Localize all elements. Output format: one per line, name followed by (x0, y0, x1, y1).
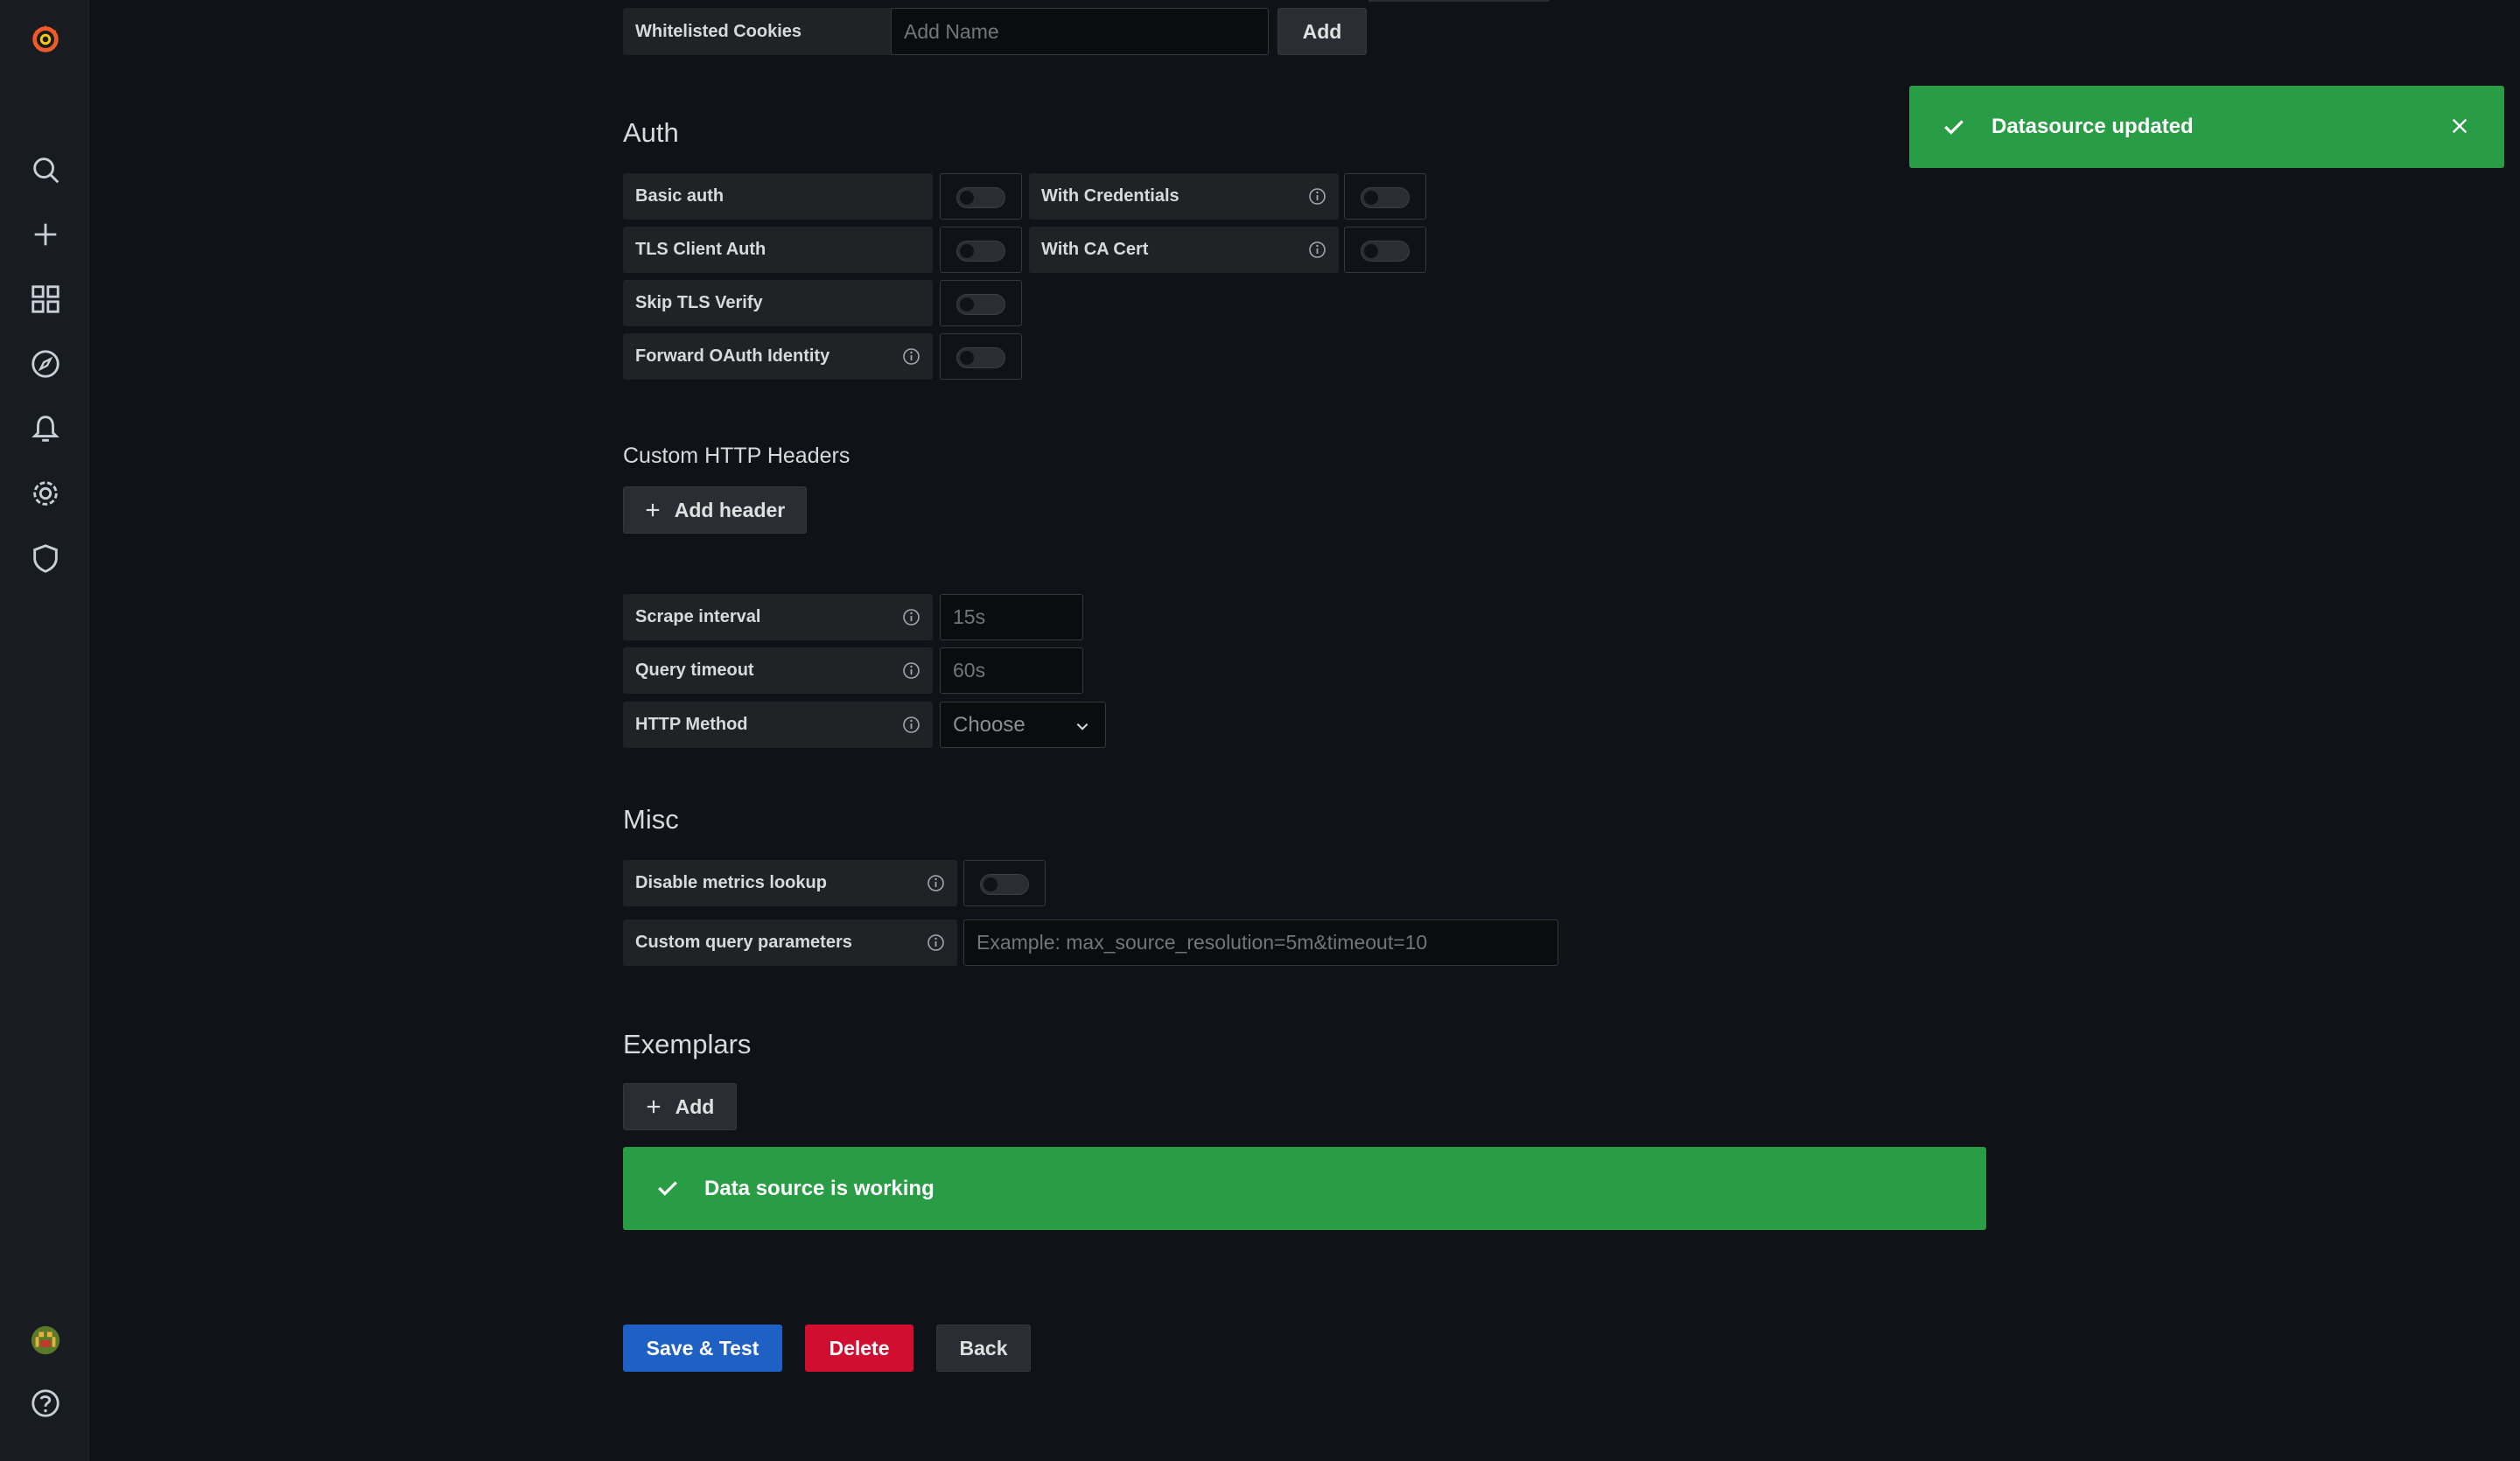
top-divider (1368, 0, 1549, 2)
disable-metrics-text: Disable metrics lookup (635, 873, 827, 892)
query-timeout-input[interactable] (940, 647, 1083, 694)
skip-tls-verify-label: Skip TLS Verify (623, 280, 933, 326)
datasource-settings: Whitelisted Cookies Add Datasource updat… (89, 0, 2520, 1461)
custom-query-text: Custom query parameters (635, 933, 852, 952)
explore-icon[interactable] (23, 341, 68, 387)
chevron-down-icon (1076, 723, 1088, 730)
with-credentials-toggle[interactable] (1344, 173, 1426, 220)
scrape-interval-text: Scrape interval (635, 607, 761, 626)
whitelisted-cookies-text: Whitelisted Cookies (635, 21, 802, 41)
http-method-label: HTTP Method (623, 702, 933, 748)
info-icon[interactable] (1308, 187, 1326, 206)
forward-oauth-text: Forward OAuth Identity (635, 346, 830, 366)
help-icon[interactable] (23, 1381, 68, 1426)
basic-auth-label: Basic auth (623, 173, 933, 220)
info-icon[interactable] (902, 347, 920, 366)
disable-metrics-label: Disable metrics lookup (623, 860, 957, 906)
misc-title: Misc (623, 804, 679, 835)
toast-text: Datasource updated (1992, 115, 2194, 138)
sidebar (0, 0, 89, 1461)
with-ca-cert-toggle[interactable] (1344, 227, 1426, 273)
tls-client-auth-toggle[interactable] (940, 227, 1022, 273)
with-ca-cert-text: With CA Cert (1041, 240, 1149, 259)
grafana-logo-icon[interactable] (23, 16, 68, 61)
basic-auth-toggle[interactable] (940, 173, 1022, 220)
cookie-name-input[interactable] (891, 8, 1269, 55)
with-credentials-label: With Credentials (1029, 173, 1339, 220)
data-source-working-text: Data source is working (704, 1177, 934, 1200)
info-icon[interactable] (902, 608, 920, 626)
forward-oauth-label: Forward OAuth Identity (623, 333, 933, 380)
gear-icon[interactable] (23, 471, 68, 516)
info-icon[interactable] (902, 716, 920, 734)
check-icon (658, 1181, 677, 1196)
auth-title: Auth (623, 117, 679, 148)
exemplars-title: Exemplars (623, 1029, 752, 1059)
add-header-button[interactable]: Add header (623, 486, 807, 534)
shield-icon[interactable] (23, 535, 68, 581)
tls-client-auth-text: TLS Client Auth (635, 240, 766, 259)
query-timeout-text: Query timeout (635, 661, 754, 680)
avatar[interactable] (23, 1318, 68, 1363)
data-source-working-alert: Data source is working (623, 1147, 1986, 1230)
info-icon[interactable] (927, 874, 945, 892)
plus-icon[interactable] (23, 212, 68, 257)
info-icon[interactable] (1308, 241, 1326, 259)
custom-query-label: Custom query parameters (623, 919, 957, 966)
search-icon[interactable] (23, 147, 68, 192)
check-icon (1944, 120, 1964, 135)
info-icon[interactable] (927, 933, 945, 952)
scrape-interval-label: Scrape interval (623, 594, 933, 640)
query-timeout-label: Query timeout (623, 647, 933, 694)
forward-oauth-toggle[interactable] (940, 333, 1022, 380)
disable-metrics-toggle[interactable] (963, 860, 1046, 906)
basic-auth-text: Basic auth (635, 186, 724, 206)
custom-query-input[interactable] (963, 919, 1558, 966)
skip-tls-verify-text: Skip TLS Verify (635, 293, 763, 312)
add-exemplar-text: Add (675, 1094, 715, 1118)
alerting-icon[interactable] (23, 406, 68, 451)
http-method-text: HTTP Method (635, 715, 748, 734)
add-cookie-button[interactable]: Add (1278, 8, 1367, 55)
close-icon[interactable] (2450, 116, 2469, 136)
info-icon[interactable] (902, 661, 920, 680)
plus-icon (646, 503, 659, 517)
with-ca-cert-label: With CA Cert (1029, 227, 1339, 273)
scrape-interval-input[interactable] (940, 594, 1083, 640)
delete-button[interactable]: Delete (805, 1325, 914, 1372)
save-test-button[interactable]: Save & Test (623, 1325, 782, 1372)
custom-headers-title: Custom HTTP Headers (623, 444, 850, 468)
http-method-select[interactable]: Choose (940, 702, 1106, 748)
add-header-text: Add header (674, 498, 786, 521)
back-button[interactable]: Back (936, 1325, 1031, 1372)
toast-datasource-updated: Datasource updated (1909, 86, 2504, 168)
with-credentials-text: With Credentials (1041, 186, 1180, 206)
skip-tls-verify-toggle[interactable] (940, 280, 1022, 326)
http-method-value: Choose (953, 712, 1026, 737)
dashboards-icon[interactable] (23, 276, 68, 322)
tls-client-auth-label: TLS Client Auth (623, 227, 933, 273)
plus-icon (647, 1100, 660, 1114)
add-exemplar-button[interactable]: Add (623, 1083, 737, 1130)
